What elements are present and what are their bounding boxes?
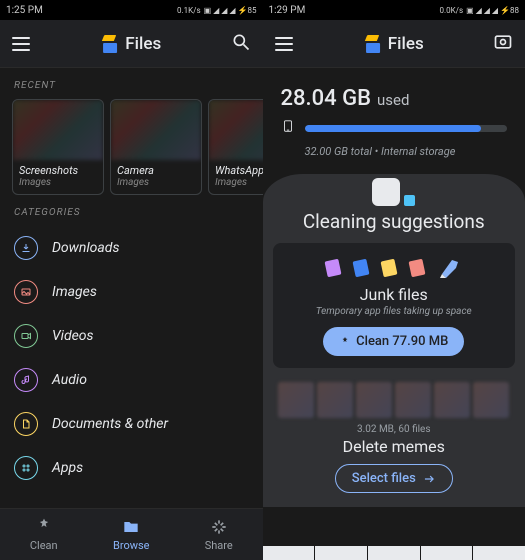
nav-share[interactable]: Share [175,509,263,560]
download-icon [14,236,38,260]
search-icon[interactable] [231,32,251,56]
select-files-button[interactable]: Select files [335,464,453,493]
bottom-nav: Clean Browse Share [0,508,263,560]
status-bar: 1:25 PM 0.1K/s▣ ◢ ◢ ◢ ⚡85 [0,0,263,20]
storage-bar [305,125,508,132]
apps-icon [14,456,38,480]
categories-label: CATEGORIES [14,207,263,218]
arrow-right-icon [422,472,436,486]
thumbnail [13,100,103,160]
menu-icon[interactable] [12,37,30,51]
recent-label: RECENT [14,80,263,91]
app-logo-icon [364,35,382,53]
screen-clean: 1:29 PM 0.0K/s▣ ◢ ◢ ◢ ⚡88 Files 28.04 GB… [263,0,525,560]
screen-browse: 1:25 PM 0.1K/s▣ ◢ ◢ ◢ ⚡85 Files RECENT S… [0,0,263,560]
category-images[interactable]: Images [14,270,249,314]
sparkle-icon [339,336,351,348]
app-title: Files [125,34,161,54]
app-title: Files [388,34,424,54]
category-apps[interactable]: Apps [14,446,249,490]
recent-card[interactable]: WhatsAppImages [208,99,263,195]
category-documents[interactable]: Documents & other [14,402,249,446]
app-bar: Files [0,20,263,68]
garland-icon [283,253,506,283]
storage-used-value: 28.04 GB [281,86,371,111]
status-time: 1:29 PM [269,5,306,16]
junk-title: Junk files [283,285,506,304]
recent-card[interactable]: ScreenshotsImages [12,99,104,195]
app-logo-icon [101,35,119,53]
recent-card[interactable]: CameraImages [110,99,202,195]
storage-summary[interactable]: 28.04 GB used 32.00 GB total • Internal … [263,68,525,170]
category-audio[interactable]: Audio [14,358,249,402]
memes-meta: 3.02 MB, 60 files [263,424,525,435]
audio-icon [14,368,38,392]
cleaning-heading: Cleaning suggestions [263,210,525,233]
status-time: 1:25 PM [6,5,43,16]
mascot-icon [263,178,525,206]
storage-subline: 32.00 GB total • Internal storage [305,145,508,158]
thumbnail [111,100,201,160]
nav-clean[interactable]: Clean [0,509,88,560]
recent-row[interactable]: ScreenshotsImages CameraImages WhatsAppI… [0,99,263,195]
junk-subtitle: Temporary app files taking up space [283,306,506,317]
clean-button[interactable]: Clean 77.90 MB [323,327,464,356]
category-videos[interactable]: Videos [14,314,249,358]
status-bar: 1:29 PM 0.0K/s▣ ◢ ◢ ◢ ⚡88 [263,0,525,20]
memes-title: Delete memes [263,437,525,456]
menu-icon[interactable] [275,37,293,51]
nav-browse[interactable]: Browse [88,509,176,560]
document-icon [14,412,38,436]
image-icon [14,280,38,304]
bottom-peek [263,546,525,560]
app-bar: Files [263,20,525,68]
memes-thumbnails[interactable] [263,382,525,418]
category-downloads[interactable]: Downloads [14,226,249,270]
broom-icon [438,256,462,280]
phone-icon [281,117,295,139]
junk-files-card[interactable]: Junk files Temporary app files taking up… [273,243,516,368]
cast-icon[interactable] [493,32,513,56]
thumbnail [209,100,263,160]
video-icon [14,324,38,348]
